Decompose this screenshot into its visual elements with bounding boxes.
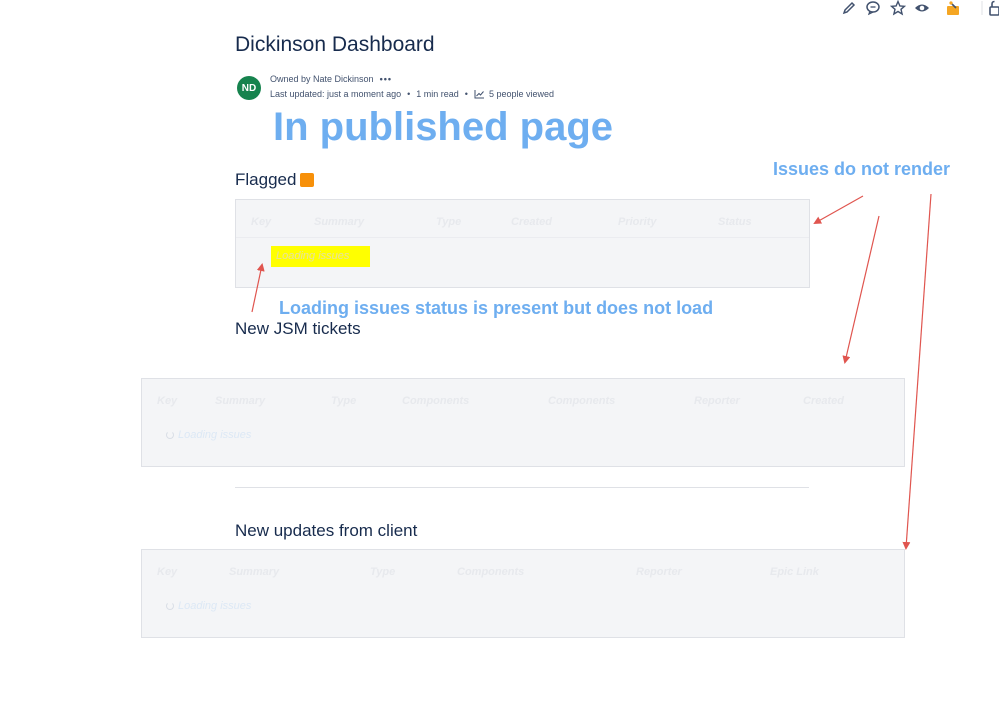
spinner-icon (166, 602, 174, 610)
pencil-icon[interactable] (841, 0, 857, 16)
column-header[interactable]: Key (251, 216, 271, 228)
column-header[interactable]: Components (402, 395, 469, 407)
column-header[interactable]: Reporter (694, 395, 740, 407)
column-header[interactable]: Type (370, 566, 395, 578)
arrow-to-client-table (902, 193, 932, 550)
column-header[interactable]: Created (511, 216, 552, 228)
dot-separator: • (407, 89, 411, 99)
column-header[interactable]: Components (548, 395, 615, 407)
read-time-text: 1 min read (416, 89, 459, 99)
app-icon[interactable] (945, 0, 961, 16)
star-icon[interactable] (890, 0, 906, 16)
column-header[interactable]: Type (331, 395, 356, 407)
avatar[interactable]: ND (237, 76, 261, 100)
annotation-loading-status: Loading issues status is present but doe… (279, 298, 714, 318)
column-header[interactable]: Key (157, 566, 177, 578)
section-heading-flagged: Flagged (235, 170, 297, 189)
byline-owner: Owned by Nate Dickinson ••• (270, 74, 392, 84)
flag-emoji-icon (300, 173, 315, 187)
flagged-heading-row: Flagged (235, 170, 315, 190)
column-header[interactable]: Summary (314, 216, 364, 228)
column-header[interactable]: Type (436, 216, 461, 228)
header-divider (236, 237, 809, 238)
loading-issues: Loading issues (166, 429, 251, 441)
section-heading-jsm: New JSM tickets (235, 319, 361, 338)
column-header[interactable]: Summary (215, 395, 265, 407)
page-views-link[interactable]: 5 people viewed (474, 89, 554, 99)
views-text: 5 people viewed (488, 89, 554, 99)
owned-by-text[interactable]: Owned by Nate Dickinson (270, 74, 374, 84)
jira-issues-macro-client: Key Summary Type Components Reporter Epi… (141, 549, 905, 638)
spinner-icon (166, 431, 174, 439)
annotation-issues-not-render: Issues do not render (773, 159, 951, 179)
loading-issues-text: Loading issues (178, 429, 252, 441)
divider (235, 487, 809, 488)
eye-icon[interactable] (914, 0, 930, 16)
jira-issues-macro-jsm: Key Summary Type Components Components R… (141, 378, 905, 467)
loading-issues-text: Loading issues (276, 250, 350, 262)
column-header[interactable]: Created (803, 395, 844, 407)
last-updated-text[interactable]: Last updated: just a moment ago (270, 89, 401, 99)
loading-issues: Loading issues (166, 600, 251, 612)
column-header[interactable]: Components (457, 566, 524, 578)
byline-meta: Last updated: just a moment ago • 1 min … (270, 89, 554, 99)
dot-separator: • (464, 89, 468, 99)
section-heading-client: New updates from client (235, 521, 418, 540)
column-header[interactable]: Summary (229, 566, 279, 578)
page-title: Dickinson Dashboard (235, 33, 435, 56)
arrow-to-jsm-table (842, 215, 880, 364)
arrow-to-flagged-table (813, 195, 864, 224)
column-header[interactable]: Status (718, 216, 752, 228)
unlock-icon[interactable] (986, 0, 999, 16)
comment-icon[interactable] (865, 0, 881, 16)
jira-issues-macro-flagged: Key Summary Type Created Priority Status… (235, 199, 810, 288)
more-actions-button[interactable]: ••• (380, 74, 392, 84)
loading-issues-text: Loading issues (178, 600, 252, 612)
annotation-published: In published page (273, 105, 614, 149)
column-header[interactable]: Reporter (636, 566, 682, 578)
column-header[interactable]: Epic Link (770, 566, 819, 578)
column-header[interactable]: Priority (618, 216, 657, 228)
column-header[interactable]: Key (157, 395, 177, 407)
analytics-icon (474, 90, 484, 99)
